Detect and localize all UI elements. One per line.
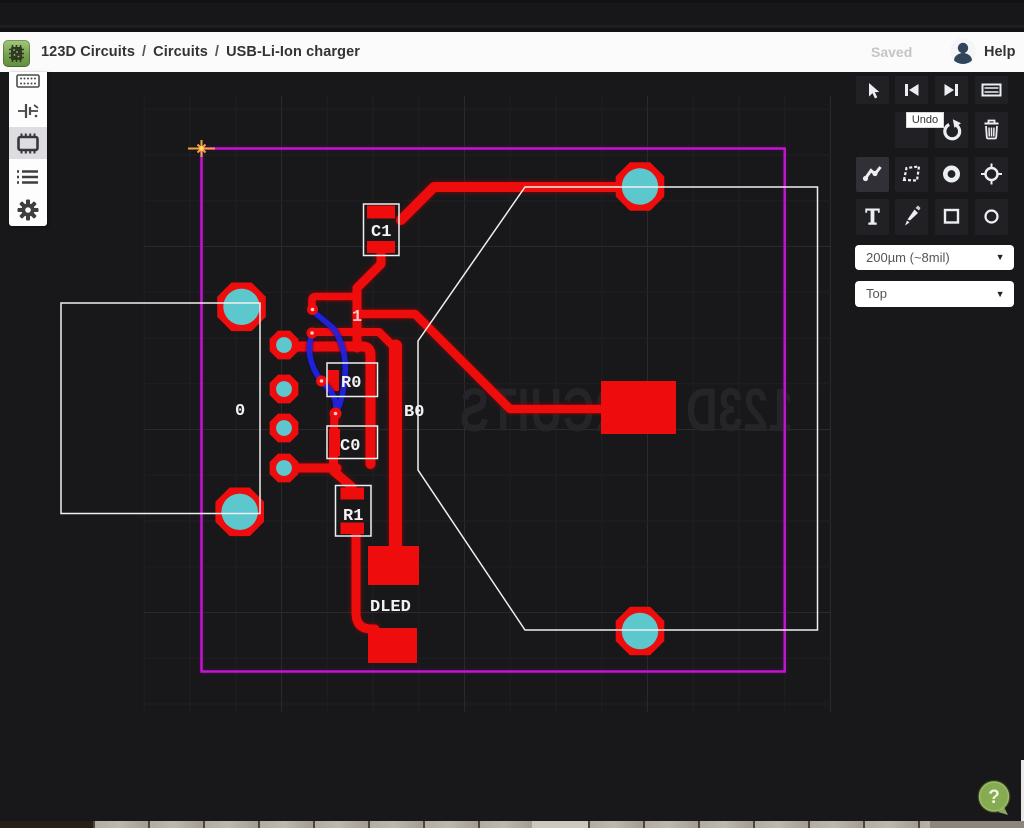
svg-text:C0: C0 <box>340 437 360 456</box>
svg-text:R0: R0 <box>341 374 361 393</box>
svg-text:B0: B0 <box>404 403 424 422</box>
svg-text:R1: R1 <box>343 507 363 526</box>
svg-text:DLED: DLED <box>370 598 411 617</box>
svg-text:?: ? <box>988 787 1000 808</box>
svg-text:C1: C1 <box>371 223 391 242</box>
svg-text:0: 0 <box>235 402 245 421</box>
svg-text:1: 1 <box>352 308 362 327</box>
